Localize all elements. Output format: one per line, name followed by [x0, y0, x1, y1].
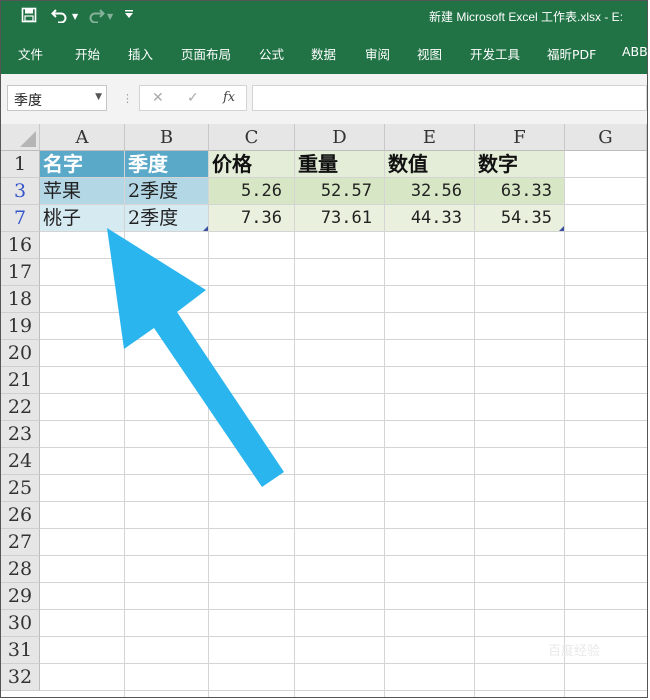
annotation-arrow [107, 228, 284, 487]
watermark: 百度经验 [548, 644, 601, 659]
